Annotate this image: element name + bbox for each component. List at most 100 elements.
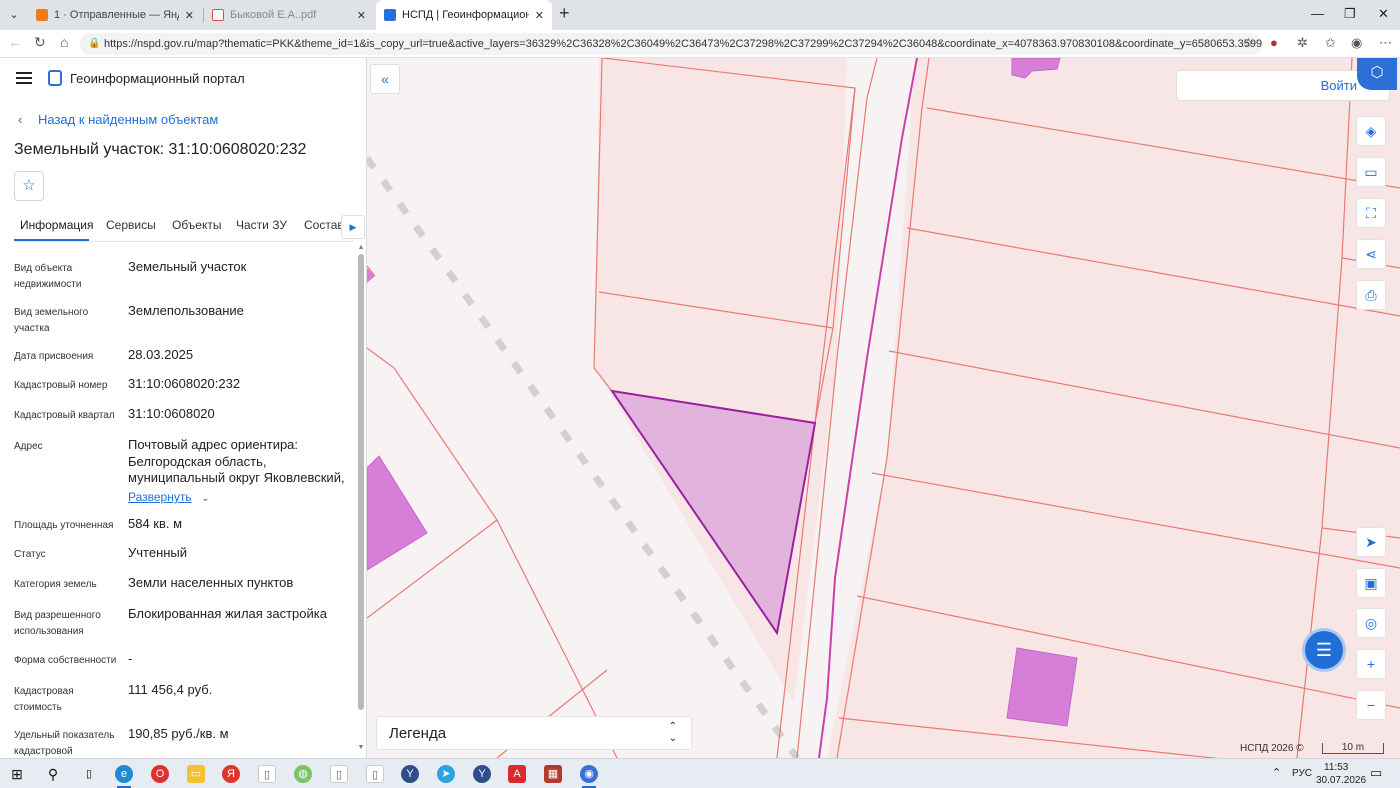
- close-tab-icon[interactable]: ✕: [535, 9, 544, 22]
- zoom-out-icon[interactable]: −: [1356, 690, 1386, 720]
- document-icon[interactable]: ▯: [330, 765, 348, 783]
- language-indicator[interactable]: РУС: [1292, 768, 1312, 779]
- file-explorer-icon[interactable]: ▭: [187, 765, 205, 783]
- tab-information[interactable]: Информация: [20, 218, 93, 232]
- expand-collapse-icon[interactable]: ⌃ ⌄: [669, 721, 677, 745]
- browser-tab[interactable]: 1 · Отправленные — Яндекс Почта ✕: [28, 0, 202, 30]
- hamburger-menu-icon[interactable]: [16, 72, 32, 84]
- opera-icon[interactable]: O: [151, 765, 169, 783]
- edge-browser-icon[interactable]: e: [115, 765, 133, 788]
- task-view-icon[interactable]: ▯: [80, 765, 98, 783]
- browser-tab[interactable]: Быковой Е.А..pdf ✕: [204, 0, 374, 30]
- scale-bar: 10 m: [1322, 743, 1384, 754]
- yandex-browser-icon[interactable]: Я: [222, 765, 240, 783]
- extension-icon[interactable]: ●: [1270, 35, 1278, 50]
- tab-list-dropdown-icon[interactable]: ⌄: [4, 5, 24, 25]
- ruler-icon[interactable]: ▭: [1356, 157, 1386, 187]
- chevron-down-icon[interactable]: ⌄: [201, 493, 209, 504]
- collapse-panel-icon[interactable]: «: [370, 64, 400, 94]
- field-label: Категория земель: [14, 579, 97, 590]
- tab-services[interactable]: Сервисы: [106, 218, 156, 232]
- browser-menu-icon[interactable]: ⋯: [1379, 35, 1392, 51]
- print-icon[interactable]: ⎙: [1356, 280, 1386, 310]
- pdf-reader-icon[interactable]: A: [508, 765, 526, 783]
- browser-tab-active[interactable]: НСПД | Геоинформационный портал ✕: [376, 0, 552, 30]
- field-value: -: [128, 651, 133, 666]
- back-to-results-link[interactable]: ‹ Назад к найденным объектам: [18, 112, 218, 127]
- expand-address-link[interactable]: Развернуть ⌄: [14, 489, 344, 505]
- cadastral-map[interactable]: [367, 58, 1400, 758]
- site-info-icon[interactable]: 🔒: [88, 33, 100, 55]
- close-tab-icon[interactable]: ✕: [357, 9, 366, 22]
- address-bar[interactable]: 🔒 https://nspd.gov.ru/map?thematic=PKK&t…: [80, 33, 1262, 55]
- favorite-star-icon[interactable]: ☆: [14, 171, 44, 201]
- chat-icon[interactable]: ☰: [1302, 628, 1346, 672]
- object-title: Земельный участок: 31:10:0608020:232: [14, 141, 307, 158]
- favorites-icon[interactable]: ✩: [1325, 35, 1336, 51]
- field-value: Земли населенных пунктов: [128, 575, 294, 590]
- portal-logo-icon: [48, 70, 62, 86]
- tab-title: 1 · Отправленные — Яндекс Почта: [54, 9, 179, 21]
- field-label: Адрес: [14, 441, 43, 452]
- chevron-left-icon: ‹: [18, 112, 23, 127]
- new-tab-icon[interactable]: +: [559, 3, 570, 24]
- geolocation-icon[interactable]: ➤: [1356, 527, 1386, 557]
- restore-icon[interactable]: ❐: [1344, 6, 1356, 22]
- nspd-logo-icon[interactable]: ⬡: [1357, 58, 1397, 90]
- minimap-icon[interactable]: ▣: [1356, 568, 1386, 598]
- field-label: Статус: [14, 549, 46, 560]
- notifications-icon[interactable]: ▭: [1370, 765, 1382, 781]
- field-label: Площадь уточненная: [14, 520, 114, 531]
- app-icon[interactable]: Y: [401, 765, 419, 783]
- close-window-icon[interactable]: ✕: [1378, 6, 1389, 22]
- field-value: Учтенный: [128, 545, 188, 560]
- document-icon[interactable]: ▯: [366, 765, 384, 783]
- windows-start-icon[interactable]: ⊞: [8, 765, 26, 783]
- expand-label[interactable]: Развернуть: [128, 490, 192, 504]
- scroll-up-icon[interactable]: ▲: [357, 244, 365, 251]
- tabs-scroll-right-icon[interactable]: ▶: [341, 215, 365, 239]
- reload-icon[interactable]: ↻: [34, 34, 46, 51]
- scroll-down-icon[interactable]: ▼: [357, 744, 365, 751]
- tab-objects[interactable]: Объекты: [172, 218, 222, 232]
- zoom-in-icon[interactable]: +: [1356, 649, 1386, 679]
- yandex-mail-icon: [36, 9, 48, 21]
- select-area-icon[interactable]: ⛶: [1356, 198, 1386, 228]
- telegram-icon[interactable]: ➤: [437, 765, 455, 783]
- tab-title: НСПД | Геоинформационный портал: [402, 9, 529, 21]
- windows-taskbar: ⊞ ⚲ ▯ e O ▭ Я ▯ ◍ ▯ ▯ Y ➤ Y A ▦ ◉ ⌃ РУС …: [0, 758, 1400, 788]
- home-icon[interactable]: ⌂: [60, 34, 68, 50]
- tab-parts[interactable]: Части ЗУ: [236, 218, 287, 232]
- back-icon[interactable]: ←: [8, 34, 22, 50]
- extensions-puzzle-icon[interactable]: ✲: [1297, 35, 1308, 51]
- road-area: [367, 58, 827, 758]
- field-label: Кадастровая стоимость: [14, 686, 74, 713]
- profile-avatar-icon[interactable]: ◉: [1351, 35, 1362, 51]
- globe-icon[interactable]: ◍: [294, 765, 312, 783]
- legend-panel[interactable]: Легенда ⌃ ⌄: [376, 716, 692, 750]
- browser-tab-strip: ⌄ 1 · Отправленные — Яндекс Почта ✕ Быко…: [0, 0, 1400, 30]
- road-area: [787, 58, 915, 758]
- search-icon[interactable]: ⚲: [44, 765, 62, 783]
- building[interactable]: [1011, 58, 1061, 79]
- tray-expand-icon[interactable]: ⌃: [1272, 766, 1281, 779]
- clock-time[interactable]: 11:53: [1324, 762, 1348, 773]
- document-icon[interactable]: ▯: [258, 765, 276, 783]
- building[interactable]: [1006, 647, 1078, 727]
- tab-composition[interactable]: Состав: [304, 218, 344, 232]
- app-icon[interactable]: ◉: [580, 765, 598, 788]
- minimize-icon[interactable]: —: [1311, 6, 1324, 21]
- share-icon[interactable]: ⋖: [1356, 239, 1386, 269]
- field-value: Блокированная жилая застройка: [128, 606, 327, 621]
- find-location-icon[interactable]: ◎: [1356, 608, 1386, 638]
- app-icon[interactable]: Y: [473, 765, 491, 783]
- layers-icon[interactable]: ◈: [1356, 116, 1386, 146]
- panel-scrollbar[interactable]: ▲ ▼: [357, 244, 365, 754]
- back-label: Назад к найденным объектам: [37, 112, 219, 127]
- bookmark-star-icon[interactable]: ☆: [1243, 35, 1255, 51]
- map-canvas[interactable]: [367, 58, 1400, 758]
- app-icon[interactable]: ▦: [544, 765, 562, 783]
- scrollbar-thumb[interactable]: [358, 254, 364, 710]
- close-tab-icon[interactable]: ✕: [185, 9, 194, 22]
- clock-date[interactable]: 30.07.2026: [1316, 775, 1366, 786]
